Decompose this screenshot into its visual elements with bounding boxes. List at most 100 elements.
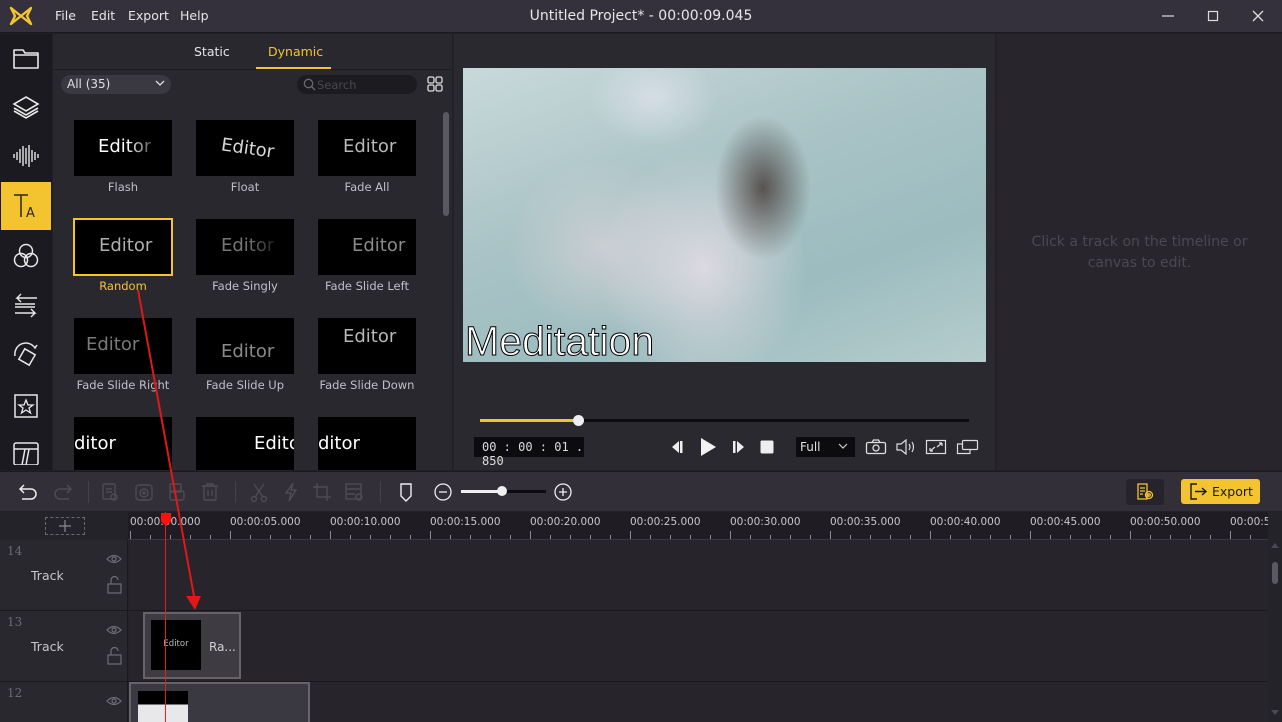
add-track-button[interactable] bbox=[45, 517, 85, 535]
add-button[interactable] bbox=[133, 481, 155, 503]
library-scrollbar[interactable] bbox=[443, 112, 449, 216]
lightning-icon bbox=[280, 481, 302, 503]
track-header-13[interactable]: 13 Track bbox=[0, 611, 128, 682]
menu-export[interactable]: Export bbox=[128, 8, 169, 23]
rail-text[interactable]: A bbox=[1, 182, 51, 230]
fullscreen-button[interactable] bbox=[925, 437, 947, 457]
search-input[interactable] bbox=[317, 77, 412, 92]
copy-button[interactable] bbox=[99, 481, 121, 503]
zoom-out-button[interactable] bbox=[432, 481, 454, 503]
close-button[interactable] bbox=[1238, 3, 1278, 29]
render-settings-button[interactable] bbox=[1126, 479, 1164, 505]
track-header-14[interactable]: 14 Track bbox=[0, 540, 128, 611]
ruler-tick-label: 00:00:15.000 bbox=[430, 516, 501, 528]
minimize-button[interactable] bbox=[1148, 3, 1188, 29]
effect-thumb-random[interactable]: Editor bbox=[74, 219, 172, 275]
rail-transitions[interactable] bbox=[1, 282, 51, 330]
maximize-button[interactable] bbox=[1193, 3, 1233, 29]
rail-media[interactable] bbox=[1, 34, 51, 82]
preview-canvas[interactable]: Meditation bbox=[463, 68, 986, 362]
rail-layers[interactable] bbox=[1, 83, 51, 131]
search-box[interactable] bbox=[297, 75, 417, 94]
track-lane-14[interactable] bbox=[129, 540, 1268, 611]
menu-edit[interactable]: Edit bbox=[91, 8, 115, 23]
effect-label: Random bbox=[62, 279, 184, 293]
volume-button[interactable] bbox=[895, 437, 917, 457]
effect-thumb[interactable]: ditor bbox=[318, 417, 416, 470]
category-filter-dropdown[interactable]: All (35) bbox=[61, 75, 171, 94]
effect-thumb-fade-slide-right[interactable]: Editor bbox=[74, 318, 172, 374]
tab-dynamic[interactable]: Dynamic bbox=[268, 44, 323, 59]
eye-icon[interactable] bbox=[106, 696, 122, 706]
timeline-vertical-scrollbar[interactable] bbox=[1268, 540, 1282, 722]
unlock-icon[interactable] bbox=[107, 576, 122, 594]
rail-animations[interactable] bbox=[1, 332, 51, 380]
playhead-line[interactable] bbox=[165, 512, 166, 722]
timeline: 00:00:00.00000:00:05.00000:00:10.00000:0… bbox=[0, 512, 1282, 722]
next-frame-button[interactable] bbox=[730, 437, 746, 457]
video-clip[interactable] bbox=[129, 682, 310, 722]
marker-button[interactable] bbox=[395, 481, 417, 503]
effect-thumb-fade-all[interactable]: Editor bbox=[318, 120, 416, 176]
timeline-zoom-slider[interactable] bbox=[461, 490, 546, 493]
redo-button[interactable] bbox=[52, 481, 74, 503]
effect-thumb-fade-slide-down[interactable]: Editor bbox=[318, 318, 416, 374]
timeline-toolbar: Export bbox=[0, 471, 1282, 511]
delete-button[interactable] bbox=[199, 481, 221, 503]
ruler-tick bbox=[230, 531, 231, 539]
effect-label: Fade All bbox=[306, 180, 428, 194]
effect-thumb-fade-singly[interactable]: Editor bbox=[196, 219, 294, 275]
scrollbar-thumb[interactable] bbox=[1272, 562, 1278, 584]
effect-thumb[interactable]: Edito bbox=[196, 417, 294, 470]
paste-button[interactable] bbox=[166, 481, 188, 503]
play-button[interactable] bbox=[698, 437, 718, 457]
export-button[interactable]: Export bbox=[1181, 479, 1260, 504]
preview-zoom-select[interactable]: Full bbox=[796, 437, 855, 457]
ruler-tick bbox=[970, 535, 971, 539]
track-lane-13[interactable] bbox=[129, 611, 1268, 682]
ruler-tick-label: 00:00:45.000 bbox=[1030, 516, 1101, 528]
snapshot-button[interactable] bbox=[865, 437, 887, 457]
ruler-tick bbox=[790, 535, 791, 539]
track-header-12[interactable]: 12 bbox=[0, 682, 128, 722]
effect-thumb[interactable]: ditor bbox=[74, 417, 172, 470]
rail-templates[interactable] bbox=[1, 432, 51, 470]
effect-label: Flash bbox=[62, 180, 184, 194]
prev-frame-icon bbox=[671, 439, 685, 455]
ruler-tick bbox=[250, 535, 251, 539]
text-icon: A bbox=[11, 192, 41, 220]
effect-thumb-fade-slide-left[interactable]: Editor bbox=[318, 219, 416, 275]
zoom-slider-handle[interactable] bbox=[497, 486, 507, 496]
rail-elements[interactable] bbox=[1, 382, 51, 430]
playback-seek-bar[interactable] bbox=[480, 419, 969, 422]
speed-button[interactable] bbox=[280, 481, 302, 503]
stop-button[interactable] bbox=[759, 437, 775, 457]
eye-icon[interactable] bbox=[106, 625, 122, 635]
rail-filters[interactable] bbox=[1, 232, 51, 280]
zoom-in-button[interactable] bbox=[552, 481, 574, 503]
effect-thumb-flash[interactable]: Editor bbox=[74, 120, 172, 176]
ruler-tick bbox=[450, 535, 451, 539]
grid-view-icon[interactable] bbox=[426, 75, 444, 93]
eye-icon[interactable] bbox=[106, 554, 122, 564]
unlock-icon[interactable] bbox=[107, 647, 122, 665]
caption-text[interactable]: Meditation bbox=[465, 321, 654, 362]
rail-audio[interactable] bbox=[1, 132, 51, 180]
tab-static[interactable]: Static bbox=[194, 44, 230, 59]
time-ruler[interactable]: 00:00:00.00000:00:05.00000:00:10.00000:0… bbox=[128, 512, 1268, 540]
undo-button[interactable] bbox=[17, 481, 39, 503]
ruler-tick bbox=[1010, 535, 1011, 539]
split-button[interactable] bbox=[248, 481, 270, 503]
text-clip[interactable]: Editor Ra... bbox=[143, 612, 241, 679]
adjust-button[interactable] bbox=[343, 481, 365, 503]
menu-help[interactable]: Help bbox=[180, 8, 209, 23]
properties-panel: Click a track on the timeline or canvas … bbox=[997, 34, 1282, 470]
effect-thumb-fade-slide-up[interactable]: Editor bbox=[196, 318, 294, 374]
effect-thumb-float[interactable]: Editor bbox=[196, 120, 294, 176]
video-clip-thumbnail bbox=[138, 691, 188, 722]
menu-file[interactable]: File bbox=[55, 8, 76, 23]
prev-frame-button[interactable] bbox=[670, 437, 686, 457]
seek-handle[interactable] bbox=[573, 415, 584, 426]
detach-preview-button[interactable] bbox=[955, 437, 979, 457]
crop-button[interactable] bbox=[311, 481, 333, 503]
